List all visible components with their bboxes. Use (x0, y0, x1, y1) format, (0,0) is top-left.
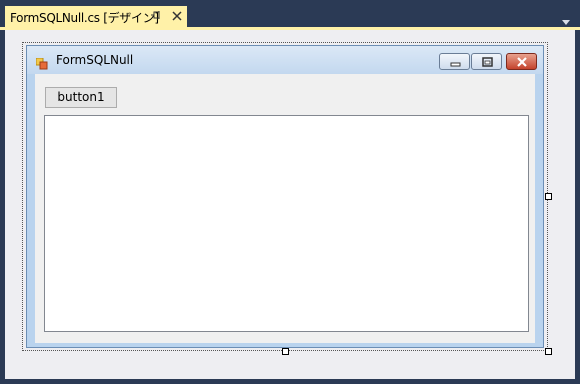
form-title-bar[interactable]: FormSQLNull (27, 46, 543, 74)
designed-form[interactable]: FormSQLNull button1 (26, 45, 544, 348)
document-tab-title[interactable]: FormSQLNull.cs [デザイン] (10, 9, 159, 26)
dropdown-arrow-icon[interactable] (561, 12, 571, 25)
form-title: FormSQLNull (56, 53, 134, 67)
document-tab-strip: FormSQLNull.cs [デザイン] (0, 0, 580, 30)
form-icon (35, 55, 48, 70)
close-icon (517, 57, 527, 67)
resize-handle-right[interactable] (545, 193, 552, 200)
minimize-button[interactable] (439, 53, 470, 70)
designer-surface: FormSQLNull button1 (5, 30, 575, 379)
form-client-area: button1 (35, 74, 535, 343)
close-button[interactable] (506, 53, 537, 70)
maximize-button[interactable] (471, 53, 502, 70)
minimize-icon (450, 62, 461, 67)
resize-handle-bottom[interactable] (282, 348, 289, 355)
maximize-icon (482, 57, 493, 67)
button1[interactable]: button1 (45, 87, 117, 108)
list-box[interactable] (44, 115, 529, 332)
close-icon[interactable] (170, 7, 184, 23)
document-tab[interactable]: FormSQLNull.cs [デザイン] (5, 6, 187, 27)
resize-handle-corner[interactable] (545, 348, 552, 355)
pin-icon[interactable] (150, 9, 162, 24)
